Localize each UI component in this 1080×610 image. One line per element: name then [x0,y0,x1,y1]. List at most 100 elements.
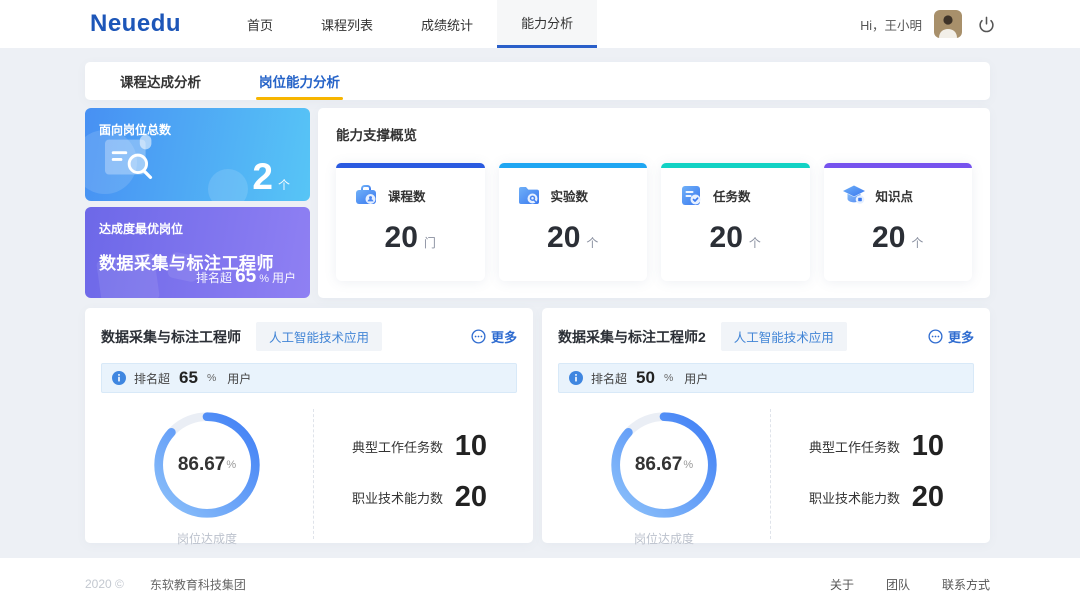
analysis-tabbar: 课程达成分析 岗位能力分析 [85,62,990,100]
capability-card-experiments: 实验数 20 个 [499,163,648,281]
stat-value: 20 [547,221,580,254]
total-positions-card: 面向岗位总数 2 个 [85,108,310,201]
tab-label: 岗位能力分析 [259,71,340,91]
achievement-donut-chart: 86.67% [149,407,265,523]
active-tab-underline [256,97,343,100]
stat-row-skills: 职业技术能力数 20 [352,481,487,514]
accent-bar [499,163,648,168]
more-ellipsis-icon [471,329,486,344]
nav-item-label: 能力分析 [521,13,573,32]
stat-row-tasks: 典型工作任务数 10 [352,430,487,463]
stat-label: 任务数 [713,186,751,205]
tab-label: 课程达成分析 [120,71,201,91]
copyright: 2020 © [85,577,124,591]
stat-value: 20 [872,221,905,254]
pstat-value: 20 [912,481,944,514]
top-navbar: Neuedu 首页 课程列表 成绩统计 能力分析 Hi，王小明 [0,0,1080,48]
position-title: 数据采集与标注工程师 [101,327,241,347]
pstat-value: 10 [912,430,944,463]
rank-value: 50 [636,368,655,388]
capability-overview-panel: 能力支撑概览 课程数 [318,108,990,298]
course-icon [353,182,379,208]
accent-bar [336,163,485,168]
rank-value: 65 [235,266,256,288]
rank-suffix: 用户 [227,370,251,387]
rank-prefix: 排名超 [196,269,232,286]
achievement-label: 岗位达成度 [177,530,237,547]
stat-label: 实验数 [551,186,589,205]
user-greeting: Hi，王小明 [860,15,922,34]
rank-suffix: 用户 [272,269,296,286]
more-button[interactable]: 更多 [471,327,517,346]
footer-link-about[interactable]: 关于 [830,576,854,593]
document-search-icon [99,130,169,193]
page-footer: 2020 © 东软教育科技集团 关于 团队 联系方式 [0,558,1080,610]
logout-button[interactable] [978,16,995,33]
positions-count: 2 [252,156,273,198]
best-position-card: 达成度最优岗位 数据采集与标注工程师 排名超 65 % 用户 [85,207,310,298]
main-content: 课程达成分析 岗位能力分析 面向岗位总数 [0,48,1080,558]
stat-row-tasks: 典型工作任务数 10 [809,430,944,463]
stat-unit: 个 [911,236,923,250]
capability-card-tasks: 任务数 20个 [661,163,810,281]
nav-item-grades[interactable]: 成绩统计 [397,0,497,48]
rank-prefix: 排名超 [591,370,627,387]
stat-unit: 个 [749,236,761,250]
rank-banner: 排名超 65% 用户 [101,363,517,393]
experiment-folder-icon [516,182,542,208]
user-avatar[interactable] [934,10,962,38]
nav-item-courses[interactable]: 课程列表 [297,0,397,48]
achievement-donut-chart: 86.67% [606,407,722,523]
position-card-2: 数据采集与标注工程师2 人工智能技术应用 更多 排名超50%用户 [542,308,990,543]
power-icon [978,16,995,33]
rank-banner: 排名超 50% 用户 [558,363,974,393]
rank-prefix: 排名超 [134,370,170,387]
footer-link-contact[interactable]: 联系方式 [942,576,990,593]
rank-suffix: 用户 [684,370,708,387]
achievement-label: 岗位达成度 [634,530,694,547]
position-tag: 人工智能技术应用 [721,322,847,351]
avatar-image [934,10,962,38]
position-card-1: 数据采集与标注工程师 人工智能技术应用 更多 排名超65%用户 [85,308,533,543]
rank-percent: % [664,372,673,384]
tab-course-achievement[interactable]: 课程达成分析 [105,62,216,100]
nav-item-label: 成绩统计 [421,15,473,34]
nav-item-label: 首页 [247,15,273,34]
stat-row-skills: 职业技术能力数 20 [809,481,944,514]
nav-item-ability-analysis[interactable]: 能力分析 [497,0,597,48]
achievement-value: 86.67 [178,454,226,476]
nav-item-label: 课程列表 [321,15,373,34]
footer-link-team[interactable]: 团队 [886,576,910,593]
info-icon [569,371,583,385]
stat-unit: 个 [586,236,598,250]
pstat-label: 典型工作任务数 [352,437,443,456]
pstat-label: 职业技术能力数 [809,488,900,507]
nav-item-home[interactable]: 首页 [223,0,297,48]
capability-card-knowledge: 知识点 20个 [824,163,973,281]
more-label: 更多 [948,327,974,346]
more-label: 更多 [491,327,517,346]
positions-unit: 个 [278,176,290,193]
more-button[interactable]: 更多 [928,327,974,346]
decor-bubble [96,252,160,298]
stat-value: 20 [385,221,418,254]
decor-circle [208,169,248,201]
graduation-cap-icon [841,182,867,208]
accent-bar [824,163,973,168]
capability-overview-title: 能力支撑概览 [336,124,972,144]
neuedu-logo: Neuedu [90,10,181,38]
achievement-value: 86.67 [635,454,683,476]
pstat-value: 10 [455,430,487,463]
card-title: 达成度最优岗位 [99,220,296,237]
capability-card-courses: 课程数 20门 [336,163,485,281]
company-name: 东软教育科技集团 [150,576,246,593]
more-ellipsis-icon [928,329,943,344]
main-nav: 首页 课程列表 成绩统计 能力分析 [223,0,597,48]
stat-unit: 门 [424,236,436,250]
rank-percent: % [207,372,216,384]
tab-position-ability[interactable]: 岗位能力分析 [244,62,355,100]
achievement-unit: % [683,459,693,471]
pstat-label: 典型工作任务数 [809,437,900,456]
rank-value: 65 [179,368,198,388]
rank-percent: % [259,273,269,285]
